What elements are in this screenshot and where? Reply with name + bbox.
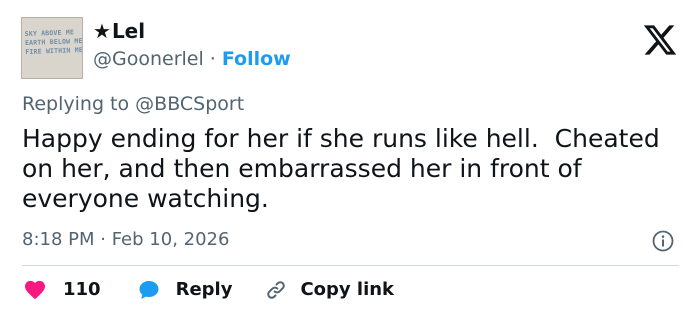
replying-to: Replying to @BBCSport bbox=[22, 92, 244, 116]
like-count: 110 bbox=[63, 279, 101, 300]
heart-icon bbox=[25, 280, 45, 300]
display-name[interactable]: Lel bbox=[112, 20, 145, 42]
reply-mention-link[interactable]: @BBCSport bbox=[135, 93, 244, 115]
like-button[interactable]: 110 bbox=[22, 278, 101, 302]
x-logo-icon[interactable] bbox=[641, 22, 679, 58]
copy-link-label: Copy link bbox=[300, 279, 395, 300]
author-name-row[interactable]: ★ Lel bbox=[93, 20, 145, 42]
speech-bubble-icon bbox=[139, 281, 159, 299]
tweet-card: SKY ABOVE ME EARTH BELOW ME FIRE WITHIN … bbox=[0, 0, 700, 318]
info-icon[interactable] bbox=[651, 229, 675, 253]
follow-button[interactable]: Follow bbox=[222, 47, 291, 71]
separator-dot: · bbox=[209, 48, 216, 70]
reply-button[interactable]: Reply bbox=[136, 278, 233, 302]
divider bbox=[22, 265, 679, 266]
tweet-text: Happy ending for her if she runs like he… bbox=[22, 124, 668, 213]
reply-label: Reply bbox=[175, 279, 233, 300]
handle-row: @Goonerlel · Follow bbox=[93, 47, 291, 71]
author-handle[interactable]: @Goonerlel bbox=[93, 47, 204, 71]
action-bar: 110 Reply Copy link bbox=[22, 276, 394, 304]
avatar[interactable]: SKY ABOVE ME EARTH BELOW ME FIRE WITHIN … bbox=[21, 17, 83, 79]
star-icon: ★ bbox=[93, 19, 111, 43]
tweet-timestamp[interactable]: 8:18 PM · Feb 10, 2026 bbox=[22, 228, 229, 252]
avatar-text: SKY ABOVE ME EARTH BELOW ME FIRE WITHIN … bbox=[24, 28, 83, 56]
replying-to-prefix: Replying to bbox=[22, 93, 136, 115]
link-icon bbox=[267, 281, 286, 299]
copy-link-button[interactable]: Copy link bbox=[264, 278, 394, 302]
